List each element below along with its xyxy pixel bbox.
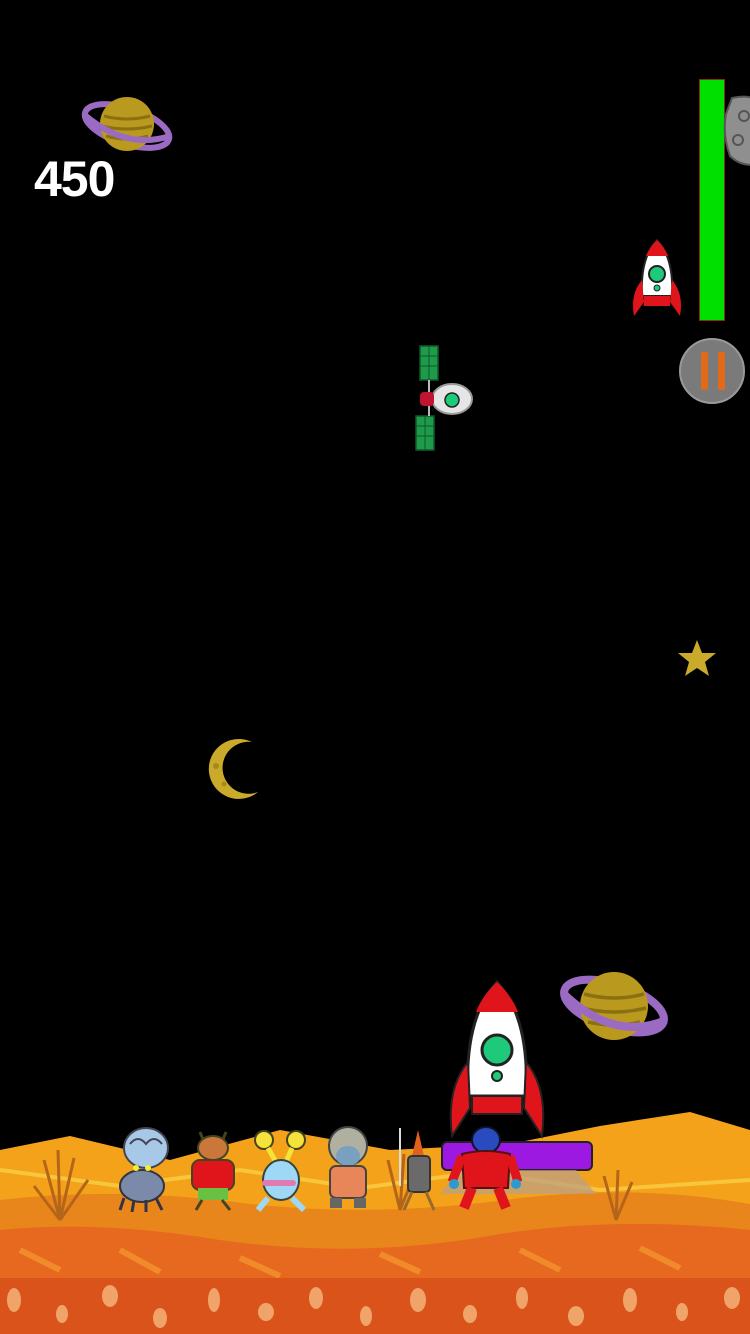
- horned-alien: [191, 1131, 235, 1211]
- ringed-planet-icon: [81, 97, 173, 151]
- player-rocket: [449, 979, 545, 1139]
- rocket-icon: [633, 238, 681, 316]
- satellite-icon: [415, 345, 473, 451]
- antenna-alien: [328, 1126, 368, 1208]
- asteroid-icon: [723, 95, 750, 166]
- yellow-eyed-alien: [254, 1130, 307, 1213]
- carrot-knight-alien: [399, 1128, 436, 1211]
- brain-alien: [118, 1127, 169, 1212]
- star-icon: [678, 640, 716, 676]
- moon-icon: [208, 738, 258, 799]
- pause-button[interactable]: [679, 338, 745, 404]
- ringed-planet-icon: [560, 972, 668, 1040]
- red-suit-alien: [448, 1126, 522, 1210]
- fuel-gauge-fill: [700, 80, 724, 320]
